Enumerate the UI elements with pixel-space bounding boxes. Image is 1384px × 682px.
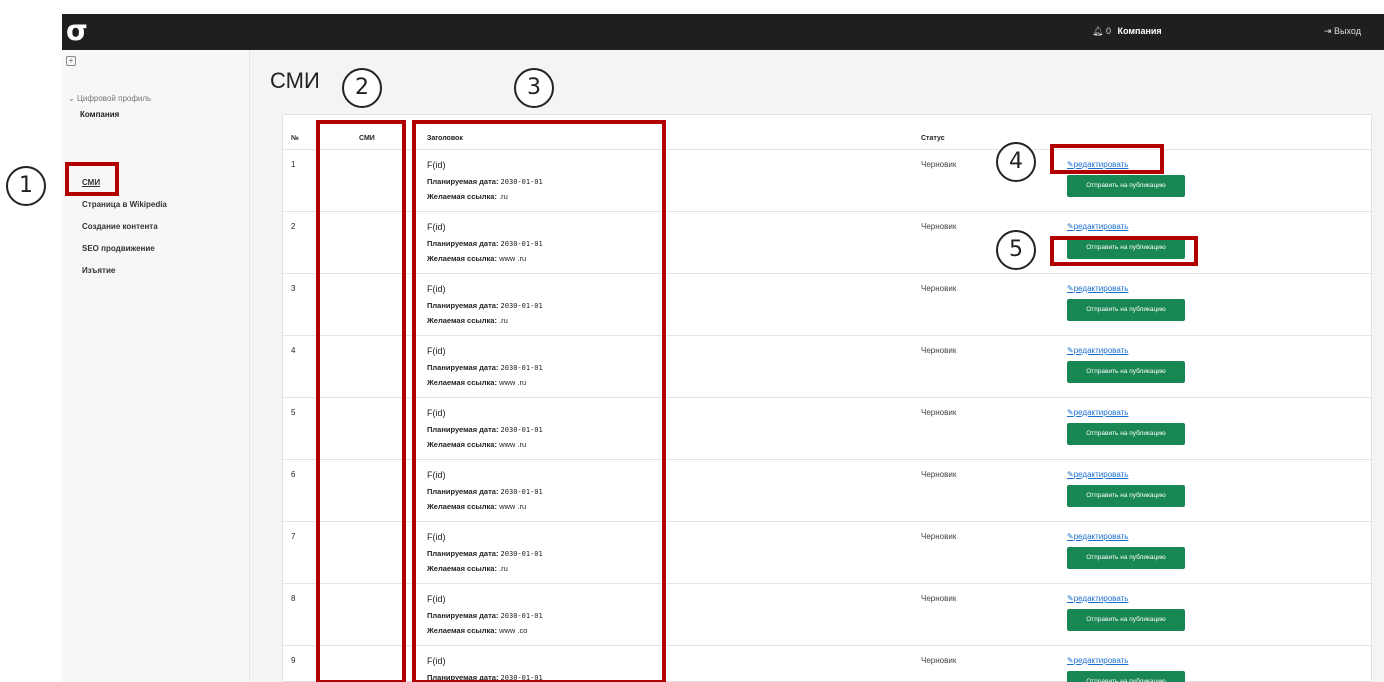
edit-link-label: редактировать (1073, 594, 1129, 603)
pencil-icon: ✎ (1067, 284, 1074, 293)
sidebar-section-digital-profile[interactable]: ⌄ Цифровой профиль (68, 94, 151, 103)
edit-link-label: редактировать (1073, 470, 1129, 479)
row-number: 5 (291, 408, 296, 417)
sidebar-item-wikipedia[interactable]: Страница в Wikipedia (82, 200, 167, 209)
annotation-marker-1: 1 (6, 166, 46, 206)
pencil-icon: ✎ (1067, 408, 1074, 417)
column-header-status: Статус (921, 135, 945, 142)
app-window: σ 🔔︎ 0 Компания ⇥ Выход + ⌄ Цифровой про… (62, 14, 1384, 682)
highlight-box-publish-button (1050, 236, 1198, 266)
sidebar-item-company[interactable]: Компания (80, 110, 119, 119)
pencil-icon: ✎ (1067, 222, 1074, 231)
page-title: СМИ (270, 68, 320, 93)
publish-button[interactable]: Отправить на публикацию (1067, 299, 1185, 321)
notification-count: 0 (1105, 26, 1111, 36)
bell-icon[interactable]: 🔔︎ (1092, 26, 1103, 36)
edit-link[interactable]: ✎редактировать (1067, 408, 1128, 417)
sidebar-item-removal[interactable]: Изъятие (82, 266, 115, 275)
row-number: 7 (291, 532, 296, 541)
status-badge: Черновик (921, 160, 957, 169)
annotation-marker-3: 3 (514, 68, 554, 108)
highlight-box-edit-link (1050, 144, 1164, 174)
row-number: 6 (291, 470, 296, 479)
notifications[interactable]: 🔔︎ 0 Компания (1092, 26, 1162, 37)
status-badge: Черновик (921, 284, 957, 293)
edit-link[interactable]: ✎редактировать (1067, 656, 1128, 665)
annotation-marker-5: 5 (996, 230, 1036, 270)
sidebar-toggle-icon[interactable]: + (66, 56, 76, 66)
edit-link-label: редактировать (1073, 656, 1129, 665)
highlight-box-smi-column (316, 120, 406, 682)
edit-link[interactable]: ✎редактировать (1067, 284, 1128, 293)
edit-link[interactable]: ✎редактировать (1067, 470, 1128, 479)
edit-link-label: редактировать (1073, 284, 1129, 293)
company-menu[interactable]: Компания (1117, 26, 1161, 36)
status-badge: Черновик (921, 656, 957, 665)
publish-button[interactable]: Отправить на публикацию (1067, 361, 1185, 383)
publish-button[interactable]: Отправить на публикацию (1067, 671, 1185, 682)
publish-button[interactable]: Отправить на публикацию (1067, 547, 1185, 569)
edit-link[interactable]: ✎редактировать (1067, 594, 1128, 603)
pencil-icon: ✎ (1067, 470, 1074, 479)
edit-link-label: редактировать (1073, 532, 1129, 541)
highlight-box-title-column (412, 120, 666, 682)
pencil-icon: ✎ (1067, 594, 1074, 603)
sidebar-item-seo[interactable]: SEO продвижение (82, 244, 155, 253)
pencil-icon: ✎ (1067, 656, 1074, 665)
sidebar-section-label: Цифровой профиль (76, 94, 152, 103)
publish-button[interactable]: Отправить на публикацию (1067, 609, 1185, 631)
pencil-icon: ✎ (1067, 346, 1074, 355)
logout-link[interactable]: ⇥ Выход (1324, 26, 1361, 37)
status-badge: Черновик (921, 594, 957, 603)
status-badge: Черновик (921, 408, 957, 417)
annotation-marker-2: 2 (342, 68, 382, 108)
row-number: 1 (291, 160, 296, 169)
edit-link-label: редактировать (1073, 408, 1129, 417)
chevron-down-icon: ⌄ (68, 94, 77, 103)
edit-link[interactable]: ✎редактировать (1067, 346, 1128, 355)
edit-link-label: редактировать (1073, 222, 1129, 231)
publish-button[interactable]: Отправить на публикацию (1067, 485, 1185, 507)
edit-link[interactable]: ✎редактировать (1067, 222, 1128, 231)
row-number: 8 (291, 594, 296, 603)
status-badge: Черновик (921, 346, 957, 355)
logo[interactable]: σ (66, 16, 88, 46)
publish-button[interactable]: Отправить на публикацию (1067, 175, 1185, 197)
row-number: 2 (291, 222, 296, 231)
edit-link[interactable]: ✎редактировать (1067, 532, 1128, 541)
annotation-marker-4: 4 (996, 142, 1036, 182)
highlight-box-smi-nav (65, 162, 119, 196)
publish-button[interactable]: Отправить на публикацию (1067, 423, 1185, 445)
logout-label: Выход (1334, 26, 1361, 36)
sidebar: + ⌄ Цифровой профиль Компания СМИ Страни… (62, 50, 250, 682)
row-number: 9 (291, 656, 296, 665)
edit-link-label: редактировать (1073, 346, 1129, 355)
column-header-num: № (291, 135, 299, 142)
status-badge: Черновик (921, 470, 957, 479)
row-number: 4 (291, 346, 296, 355)
row-number: 3 (291, 284, 296, 293)
pencil-icon: ✎ (1067, 532, 1074, 541)
top-navbar: σ 🔔︎ 0 Компания ⇥ Выход (62, 14, 1384, 50)
sidebar-item-content[interactable]: Создание контента (82, 222, 158, 231)
status-badge: Черновик (921, 222, 957, 231)
status-badge: Черновик (921, 532, 957, 541)
logout-icon: ⇥ (1324, 26, 1335, 36)
